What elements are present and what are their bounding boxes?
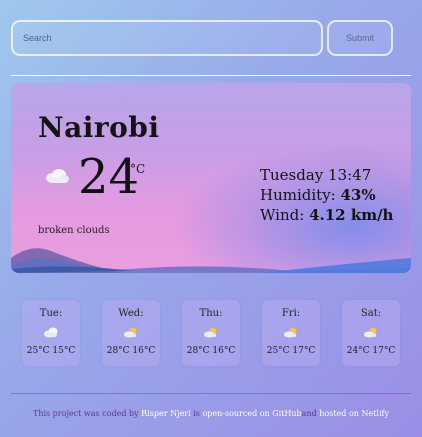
forecast-row: Tue: 25°C 15°C Wed: 28°C 16°C Thu: 28°C … (22, 300, 402, 368)
humidity-value: 43% (340, 186, 376, 204)
forecast-temps: 28°C 16°C (186, 346, 236, 356)
partly-cloudy-icon (124, 327, 137, 338)
partly-cloudy-icon (204, 327, 217, 338)
city-name: Nairobi (38, 111, 160, 144)
netlify-link[interactable]: hosted on Netlify (319, 409, 389, 418)
author-link[interactable]: Risper Njeri (141, 409, 191, 418)
weather-details: Tuesday 13:47 Humidity: 43% Wind: 4.12 k… (260, 165, 393, 225)
forecast-temps: 25°C 17°C (266, 346, 316, 356)
forecast-day: Wed: 28°C 16°C (102, 300, 160, 366)
current-weather-card: Nairobi 24 °C broken clouds Tuesday 13:4… (11, 83, 411, 273)
temperature-unit: °C (130, 162, 146, 176)
footer-text: is (190, 409, 203, 418)
forecast-day-name: Sat: (360, 308, 382, 319)
forecast-day-name: Thu: (199, 308, 223, 319)
datetime: Tuesday 13:47 (260, 166, 372, 184)
wind-label: Wind: (260, 206, 305, 224)
wind-value: 4.12 km/h (309, 206, 394, 224)
bottom-divider (11, 393, 411, 394)
temperature-value: 24 (78, 149, 140, 205)
forecast-day-name: Tue: (39, 308, 63, 319)
humidity-label: Humidity: (260, 186, 336, 204)
top-divider (11, 75, 411, 76)
partly-cloudy-icon (364, 327, 377, 338)
cloud-icon (46, 169, 69, 183)
github-link[interactable]: open-sourced on GitHub (202, 409, 301, 418)
forecast-temps: 28°C 16°C (106, 346, 156, 356)
search-form: Submit (11, 20, 394, 56)
footer: This project was coded by Risper Njeri i… (0, 409, 422, 418)
cloud-icon (44, 327, 58, 338)
wind: Wind: 4.12 km/h (260, 205, 393, 225)
forecast-day: Fri: 25°C 17°C (262, 300, 320, 366)
submit-button[interactable]: Submit (327, 20, 393, 56)
partly-cloudy-icon (284, 327, 297, 338)
forecast-day: Tue: 25°C 15°C (22, 300, 80, 366)
search-input[interactable] (11, 20, 323, 56)
forecast-day: Sat: 24°C 17°C (342, 300, 400, 366)
weather-description: broken clouds (38, 225, 110, 236)
forecast-day-name: Wed: (118, 308, 144, 319)
forecast-day: Thu: 28°C 16°C (182, 300, 240, 366)
humidity: Humidity: 43% (260, 185, 393, 205)
forecast-temps: 25°C 15°C (26, 346, 76, 356)
forecast-temps: 24°C 17°C (346, 346, 396, 356)
footer-text: and (301, 409, 320, 418)
forecast-day-name: Fri: (281, 308, 301, 319)
footer-text: This project was coded by (32, 409, 142, 418)
